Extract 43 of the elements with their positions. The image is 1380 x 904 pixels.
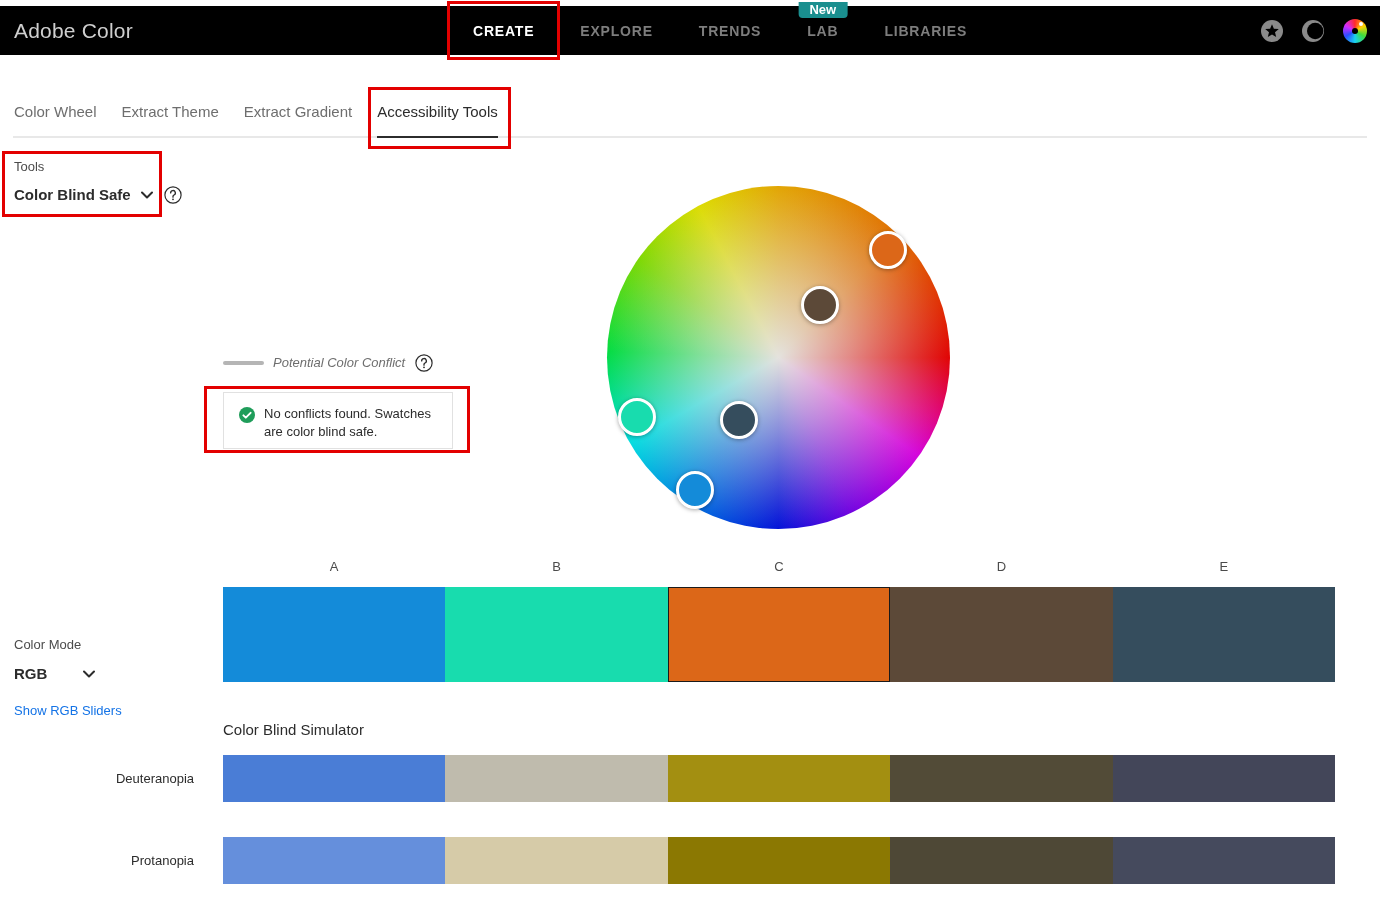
new-badge: New [798,2,848,18]
nav-tab[interactable]: EXPLORE [563,18,670,43]
tools-dropdown[interactable]: Color Blind Safe [14,184,153,206]
nav-tab[interactable]: CREATE [456,18,552,43]
color-marker[interactable] [869,231,908,270]
help-icon[interactable] [164,186,182,204]
rgb-sliders-link[interactable]: Show RGB Sliders [14,702,122,720]
simulator-title: Color Blind Simulator [223,720,365,740]
color-swatch[interactable] [1112,587,1336,682]
color-mode-dropdown[interactable]: RGB [14,664,95,684]
tab[interactable]: Extract Gradient [243,102,353,138]
tab[interactable]: Accessibility Tools [377,102,498,138]
swatch-label: D [996,558,1007,576]
color-swatch[interactable] [223,587,446,682]
help-icon[interactable] [415,354,434,372]
tools-label: Tools [14,158,45,176]
nav-tab[interactable]: LAB [790,18,856,43]
swatch-label: B [552,558,561,576]
color-marker[interactable] [676,470,715,509]
color-marker[interactable] [801,285,839,324]
result-message: No conflicts found. Swatches are color blind safe. [264,405,432,441]
nav-tab[interactable]: LIBRARIES [867,18,985,43]
color-swatch[interactable] [445,587,668,682]
check-icon [239,407,255,423]
chevron-down-icon [140,191,153,199]
legend-label: Potential Color Conflict [273,354,406,373]
swatch-label: E [1219,558,1229,576]
tab[interactable]: Color Wheel [14,102,97,138]
swatch-label: A [329,558,339,576]
color-wheel-icon[interactable] [1343,18,1367,43]
color-marker[interactable] [618,398,657,437]
tab[interactable]: Extract Theme [121,102,219,138]
app-logo[interactable]: Adobe Color [14,17,133,44]
color-marker[interactable] [720,401,759,440]
chevron-down-icon [83,670,95,678]
swatch-label: C [774,558,784,576]
nav-tab[interactable]: TRENDS [681,18,779,43]
color-swatch[interactable] [890,587,1113,682]
simulator-row-label: Deuteranopia [115,769,194,788]
simulator-row-label: Protanopia [131,851,194,870]
color-mode-label: Color Mode [14,636,82,654]
moon-icon[interactable] [1302,19,1324,42]
color-swatch[interactable] [667,587,891,682]
